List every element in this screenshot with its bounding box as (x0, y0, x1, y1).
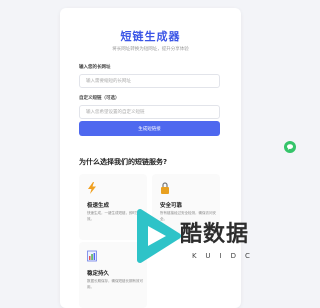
feature-title: 稳定持久 (87, 271, 110, 277)
chart-icon (87, 250, 97, 262)
play-logo-icon (137, 209, 181, 263)
chat-icon[interactable] (284, 141, 296, 153)
features-heading: 为什么选择我们的短链服务? (79, 158, 168, 166)
watermark-logo: 酷数据 KUIDC (134, 208, 300, 300)
feature-title: 极速生成 (87, 203, 110, 209)
page-subtitle: 将长网址转换为短网址，提升分享体验 (112, 47, 189, 52)
lightning-icon (87, 182, 97, 194)
generate-button[interactable]: 生成短链接 (79, 121, 220, 136)
long-url-placeholder: 输入需要缩短的长网址 (86, 79, 131, 84)
page-title: 短链生成器 (120, 30, 181, 43)
custom-alias-input[interactable]: 输入您希望设置的自定义短链 (79, 105, 220, 119)
custom-alias-placeholder: 输入您希望设置的自定义短链 (86, 110, 145, 115)
url-label: 输入您的长网址 (79, 65, 111, 70)
long-url-input[interactable]: 输入需要缩短的长网址 (79, 74, 220, 88)
watermark-text: 酷数据 (180, 222, 250, 247)
alias-label: 自定义短链（可选） (79, 96, 120, 101)
watermark-subtext: KUIDC (192, 252, 259, 260)
lock-icon (160, 182, 170, 194)
